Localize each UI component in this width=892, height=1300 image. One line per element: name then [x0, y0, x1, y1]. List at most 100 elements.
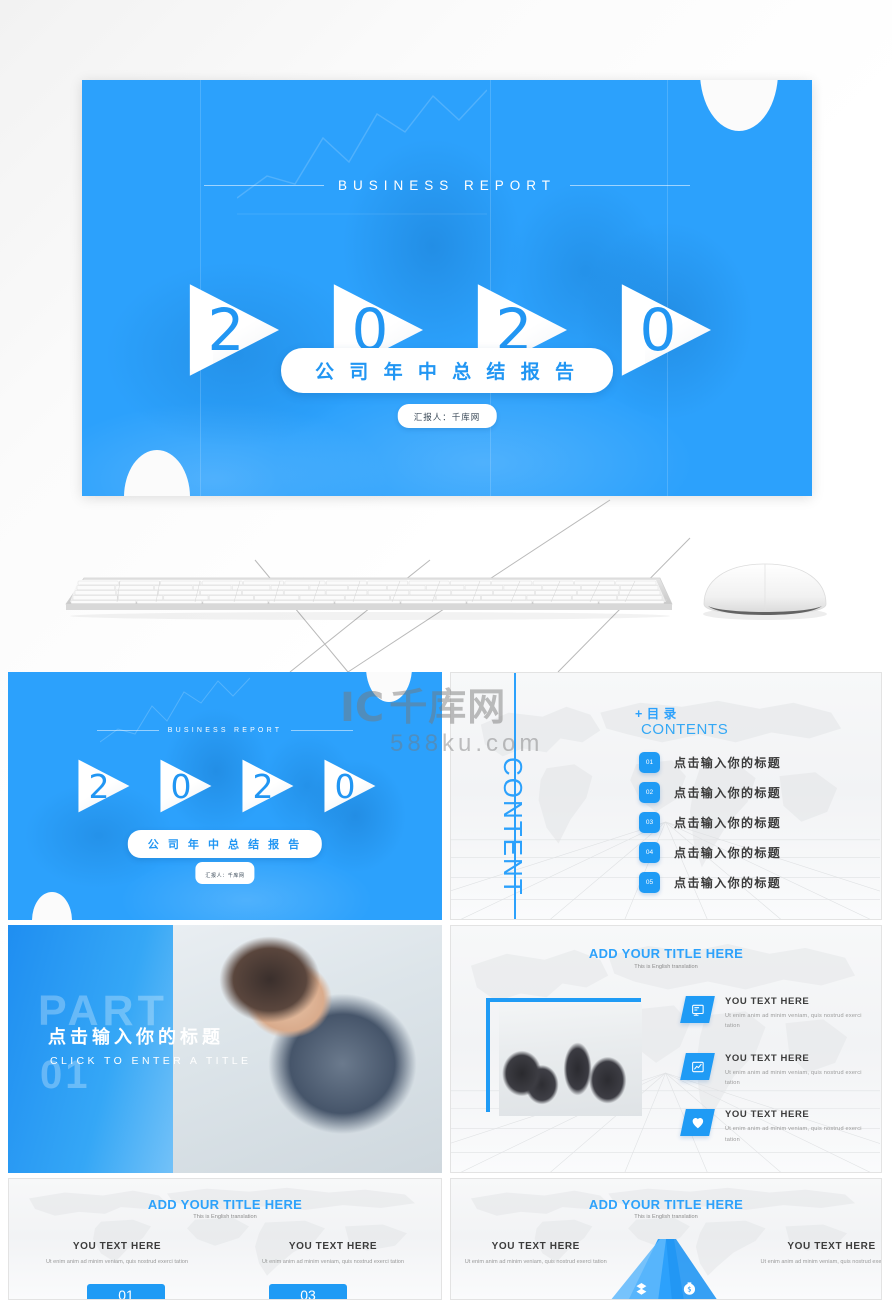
mini-hero: BUSINESS REPORT 2 0 2 0 公 司 年 中 总 结 报 告 …: [8, 672, 442, 920]
slide-title: ADD YOUR TITLE HERE: [588, 1197, 744, 1212]
part-photo: [172, 925, 442, 1173]
slide-title-thumbnail[interactable]: BUSINESS REPORT 2 0 2 0 公 司 年 中 总 结 报 告 …: [8, 672, 442, 920]
rule-left: [96, 730, 159, 731]
feature-heading: YOU TEXT HERE: [725, 996, 810, 1007]
two-col-item: YOU TEXT HERE Ut enim anim ad minim veni…: [225, 1241, 441, 1267]
column-heading: YOU TEXT HERE: [787, 1241, 876, 1252]
two-col-item: YOU TEXT HERE Ut enim anim ad minim veni…: [9, 1241, 225, 1267]
column-heading: YOU TEXT HERE: [491, 1241, 580, 1252]
year-digit-value: 2: [252, 766, 274, 806]
slide-features[interactable]: ADD YOUR TITLE HERE This is English tran…: [450, 925, 882, 1173]
document-icon: [680, 996, 715, 1023]
slide-two-column-right[interactable]: ADD YOUR TITLE HERE This is English tran…: [450, 1178, 882, 1300]
hero-title-pill: 公 司 年 中 总 结 报 告: [281, 348, 613, 393]
contents-list-item[interactable]: 04 点击输入你的标题: [639, 841, 869, 864]
column-body: Ut enim anim ad minim veniam, quis nostr…: [261, 1259, 405, 1265]
hero-slide: BUSINESS REPORT 2 0 2 0 公 司 年 中 总 结 报 告: [82, 80, 812, 496]
heart-icon: [680, 1109, 715, 1137]
mini-author-pill: 汇报人：千库网: [195, 862, 255, 884]
hero-author-pill: 汇报人：千库网: [397, 404, 497, 428]
year-digit-value: 0: [639, 296, 677, 364]
year-digit-value: 0: [170, 766, 192, 806]
contents-item-label: 点击输入你的标题: [674, 816, 782, 830]
column-number-tab: 03: [269, 1284, 347, 1299]
year-digit: 0: [614, 278, 712, 382]
contents-item-label: 点击输入你的标题: [674, 786, 782, 800]
feature-item[interactable]: YOU TEXT HERE Ut enim anim ad minim veni…: [680, 996, 873, 1032]
feature-item[interactable]: YOU TEXT HERE Ut enim anim ad minim veni…: [680, 1109, 873, 1145]
column-heading: YOU TEXT HERE: [72, 1241, 162, 1252]
mini-chart-decoration: [100, 677, 250, 743]
mini-author-text: 汇报人：千库网: [205, 873, 245, 879]
mouse-image: [690, 552, 840, 632]
two-col-item: YOU TEXT HERE Ut enim anim ad minim veni…: [451, 1241, 633, 1267]
contents-vertical-label: CONTENT: [498, 757, 528, 897]
part-subtitle: CLICK TO ENTER A TITLE: [50, 1055, 252, 1067]
two-col-item: YOU TEXT HERE Ut enim anim ad minim veni…: [735, 1241, 882, 1267]
feature-item[interactable]: YOU TEXT HERE Ut enim anim ad minim veni…: [680, 1052, 873, 1089]
contents-list-item[interactable]: 01 点击输入你的标题: [639, 751, 869, 774]
mini-title-text: 公 司 年 中 总 结 报 告: [147, 839, 303, 851]
slide-title: ADD YOUR TITLE HERE: [147, 1197, 303, 1212]
year-digit-value: 2: [88, 766, 110, 806]
contents-item-number: 02: [639, 782, 660, 803]
contents-item-number: 03: [639, 812, 660, 833]
slide-contents[interactable]: CONTENT + 目 录 CONTENTS 01 点击输入你的标题 02 点击…: [450, 672, 882, 920]
hero-title: 公 司 年 中 总 结 报 告: [315, 362, 579, 383]
contents-heading-cn: + 目 录: [635, 707, 677, 721]
year-digit: 0: [320, 756, 376, 816]
feature-heading: YOU TEXT HERE: [725, 1109, 810, 1121]
column-number-tab: 01: [87, 1284, 165, 1299]
feature-text: YOU TEXT HERE Ut enim anim ad minim veni…: [725, 1109, 873, 1145]
contents-item-label: 点击输入你的标题: [674, 756, 782, 770]
contents-item-number: 01: [639, 752, 660, 773]
hero-eyebrow-row: BUSINESS REPORT: [82, 178, 812, 193]
feature-body: Ut enim anim ad minim veniam, quis nostr…: [725, 1126, 862, 1143]
feature-text: YOU TEXT HERE Ut enim anim ad minim veni…: [725, 1053, 873, 1089]
features-list: YOU TEXT HERE Ut enim anim ad minim veni…: [680, 996, 873, 1166]
keyboard-image: [60, 560, 680, 630]
contents-item-number: 04: [639, 842, 660, 863]
feature-text: YOU TEXT HERE Ut enim anim ad minim veni…: [725, 996, 873, 1032]
contents-item-label: 点击输入你的标题: [674, 846, 782, 860]
contents-heading-en: CONTENTS: [641, 721, 729, 738]
page-root: BUSINESS REPORT 2 0 2 0 公 司 年 中 总 结 报 告: [0, 0, 892, 1300]
mini-eyebrow: BUSINESS REPORT: [167, 727, 283, 734]
feature-heading: YOU TEXT HERE: [725, 1052, 810, 1064]
column-body: Ut enim anim ad minim veniam, quis nostr…: [760, 1259, 882, 1265]
contents-list-item[interactable]: 03 点击输入你的标题: [639, 811, 869, 834]
slide-subtitle: This is English translation: [193, 1214, 257, 1220]
svg-text:$: $: [687, 1286, 691, 1294]
frame-accent-left: [486, 998, 490, 1112]
feature-body: Ut enim anim ad minim veniam, quis nostr…: [725, 1069, 862, 1087]
contents-list-item[interactable]: 05 点击输入你的标题: [639, 871, 869, 894]
rule-left: [203, 185, 324, 186]
mini-eyebrow-row: BUSINESS REPORT: [8, 727, 442, 734]
slide-subtitle: This is English translation: [634, 1214, 698, 1220]
column-body: Ut enim anim ad minim veniam, quis nostr…: [464, 1259, 607, 1265]
hero-author: 汇报人：千库网: [413, 412, 481, 422]
column-body: Ut enim anim ad minim veniam, quis nostr…: [45, 1259, 189, 1265]
contents-list: 01 点击输入你的标题 02 点击输入你的标题 03 点击输入你的标题 04 点…: [639, 751, 869, 901]
year-digit: 2: [74, 756, 130, 816]
slide-subtitle: This is English translation: [634, 964, 698, 970]
rule-right: [291, 730, 354, 731]
slide-title: ADD YOUR TITLE HERE: [588, 946, 744, 961]
year-digit: 2: [238, 756, 294, 816]
mini-title-pill: 公 司 年 中 总 结 报 告: [127, 830, 323, 858]
year-digit: 2: [182, 278, 280, 382]
slide-part-divider[interactable]: PART 01 点击输入你的标题 CLICK TO ENTER A TITLE: [8, 925, 442, 1173]
rule-right: [570, 185, 691, 186]
part-title: 点击输入你的标题: [48, 1027, 224, 1047]
year-digit: 0: [156, 756, 212, 816]
year-digit-value: 0: [334, 766, 356, 806]
frame-accent-top: [489, 998, 641, 1002]
contents-item-number: 05: [639, 872, 660, 893]
hero-eyebrow: BUSINESS REPORT: [337, 178, 557, 193]
features-photo-frame: [486, 998, 642, 1116]
column-heading: YOU TEXT HERE: [288, 1241, 378, 1252]
features-photo: [499, 1004, 642, 1116]
year-digit-value: 2: [207, 296, 245, 364]
slide-two-column-left[interactable]: ADD YOUR TITLE HERE This is English tran…: [8, 1178, 442, 1300]
contents-list-item[interactable]: 02 点击输入你的标题: [639, 781, 869, 804]
